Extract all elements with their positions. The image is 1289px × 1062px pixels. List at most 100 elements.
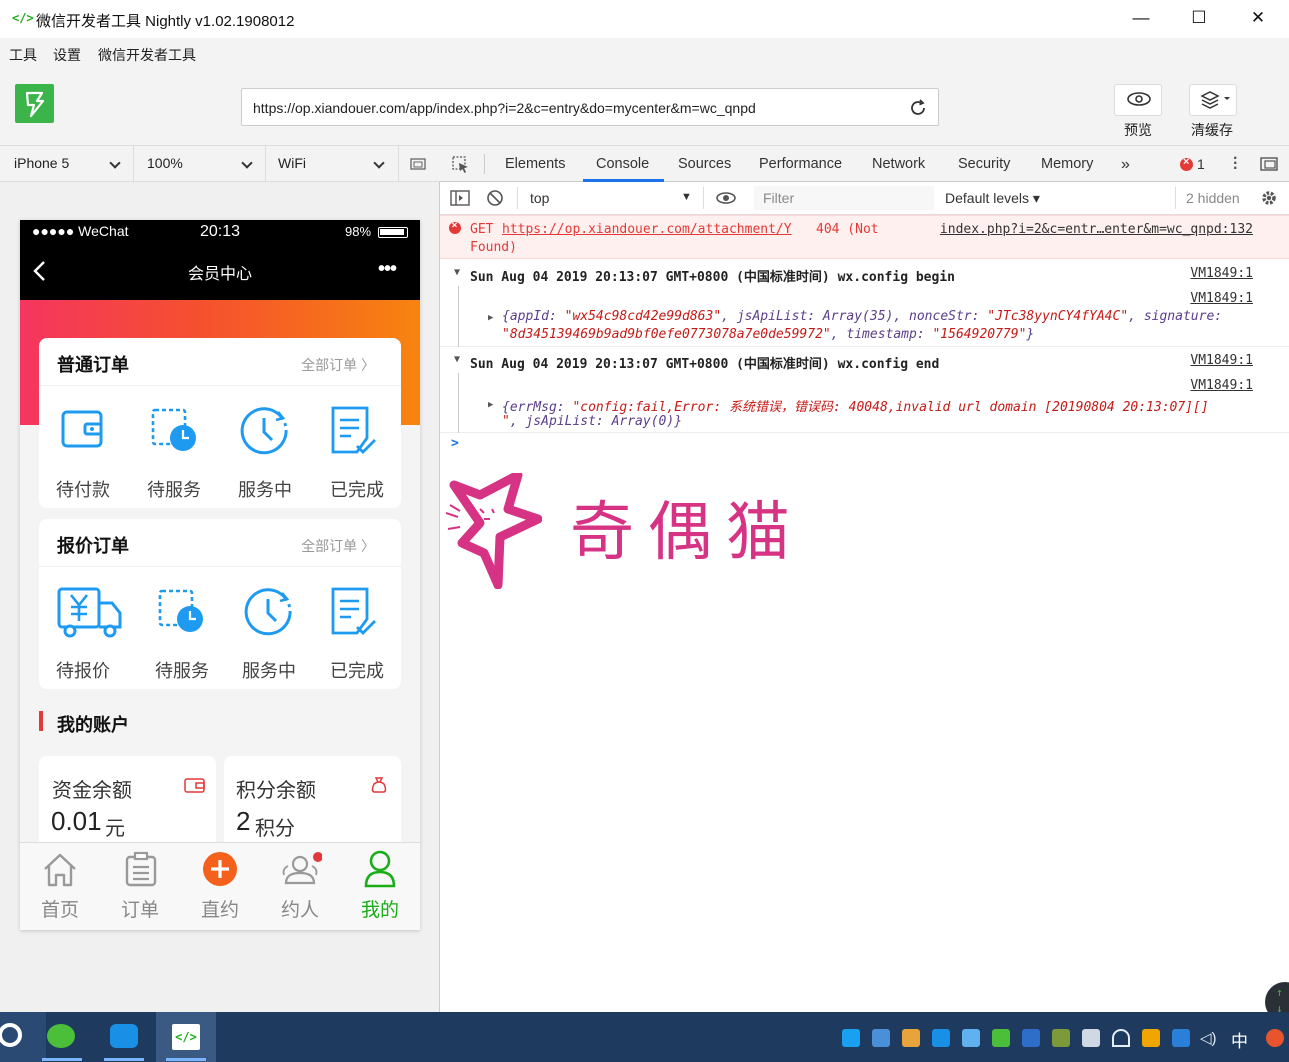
console-prompt[interactable]: > (451, 436, 459, 451)
sogou-tray-icon[interactable] (1266, 1029, 1284, 1047)
context-select[interactable]: top (530, 190, 549, 206)
tray-app-icon[interactable] (962, 1029, 980, 1047)
tab-direct[interactable]: 直约 (190, 843, 250, 930)
carrier-text: ●●●●● WeChat (32, 223, 129, 239)
taskbar-app-devtools[interactable]: </> (156, 1012, 216, 1062)
tab-console[interactable]: Console (596, 156, 649, 172)
volume-tray-icon[interactable]: ◁) (1200, 1029, 1218, 1047)
context-dropdown-icon[interactable]: ▼ (681, 191, 692, 203)
orders-item-label[interactable]: 待服务 (139, 476, 209, 502)
live-expression-eye-icon[interactable] (715, 191, 737, 205)
quotes-item-label[interactable]: 服务中 (234, 657, 304, 683)
pending-service-icon[interactable] (149, 406, 199, 456)
device-select[interactable]: iPhone 5 (14, 155, 69, 171)
completed-icon[interactable] (329, 404, 379, 458)
gear-icon[interactable] (1260, 189, 1278, 207)
group-header[interactable]: Sun Aug 04 2019 20:13:07 GMT+0800 (中国标准时… (470, 266, 955, 285)
quotes-item-label[interactable]: 已完成 (322, 657, 392, 683)
menu-wechat-devtools[interactable]: 微信开发者工具 (98, 45, 196, 65)
tab-mine[interactable]: 我的 (350, 843, 410, 930)
project-avatar-icon[interactable] (15, 84, 54, 123)
url-text[interactable]: https://op.xiandouer.com/app/index.php?i… (253, 100, 756, 116)
clear-console-icon[interactable] (487, 190, 505, 208)
wifi-tray-icon[interactable] (1112, 1029, 1130, 1047)
tray-app-icon[interactable] (1052, 1029, 1070, 1047)
quotes-all-link[interactable]: 全部订单 〉 (301, 536, 375, 556)
more-tabs-icon[interactable]: » (1121, 156, 1130, 174)
console-group: ▼ Sun Aug 04 2019 20:13:07 GMT+0800 (中国标… (440, 347, 1289, 433)
in-service-clock-icon[interactable] (242, 585, 296, 639)
group-header[interactable]: Sun Aug 04 2019 20:13:07 GMT+0800 (中国标准时… (470, 353, 939, 372)
battery-tray-icon[interactable] (1082, 1029, 1100, 1047)
taskbar-app-cloud[interactable] (94, 1012, 154, 1062)
tray-app-icon[interactable] (1172, 1029, 1190, 1047)
kebab-menu-icon[interactable]: · · · (1233, 151, 1239, 177)
tab-elements[interactable]: Elements (505, 156, 565, 172)
wallet-icon[interactable] (59, 406, 107, 454)
quotes-item-label[interactable]: 待服务 (147, 657, 217, 683)
chevron-down-icon[interactable] (373, 157, 385, 169)
expand-arrow-icon[interactable]: ▶ (488, 400, 493, 410)
sidebar-toggle-icon[interactable] (450, 190, 470, 206)
pending-service-icon[interactable] (156, 587, 206, 637)
tray-app-icon[interactable] (872, 1029, 890, 1047)
balance-card[interactable]: 资金余额 0.01 元 (39, 756, 216, 856)
orders-all-link[interactable]: 全部订单 〉 (301, 355, 375, 375)
error-count[interactable]: 1 (1197, 156, 1205, 172)
log-source-link[interactable]: VM1849:1 (1190, 291, 1253, 306)
hidden-count[interactable]: 2 hidden (1186, 190, 1240, 206)
chevron-down-icon[interactable] (241, 157, 253, 169)
error-icon[interactable]: × (1180, 156, 1193, 171)
expand-arrow-icon[interactable]: ▼ (454, 267, 460, 278)
expand-arrow-icon[interactable]: ▶ (488, 313, 493, 323)
detach-window-icon[interactable] (410, 158, 426, 170)
levels-select[interactable]: Default levels ▾ (945, 190, 1040, 207)
error-source-link[interactable]: index.php?i=2&c=entr…enter&m=wc_qnpd:132 (940, 222, 1253, 237)
tray-wechat-icon[interactable] (992, 1029, 1010, 1047)
tray-shield-icon[interactable] (1022, 1029, 1040, 1047)
tab-security[interactable]: Security (958, 156, 1010, 172)
quotes-item-label[interactable]: 待报价 (48, 657, 118, 683)
points-card[interactable]: 积分余额 2 积分 (224, 756, 401, 856)
tray-app-icon[interactable] (902, 1029, 920, 1047)
maximize-button[interactable]: ☐ (1187, 8, 1211, 30)
completed-icon[interactable] (329, 585, 379, 639)
ime-indicator[interactable]: 中 (1231, 1027, 1248, 1052)
log-source-link[interactable]: VM1849:1 (1190, 378, 1253, 393)
tab-performance[interactable]: Performance (759, 156, 842, 172)
expand-arrow-icon[interactable]: ▼ (454, 354, 460, 365)
chevron-down-icon[interactable] (109, 157, 121, 169)
error-url-link[interactable]: https://op.xiandouer.com/attachment/Y (502, 222, 792, 237)
dock-side-icon[interactable] (1260, 157, 1278, 171)
tab-home[interactable]: 首页 (30, 843, 90, 930)
orders-item-label[interactable]: 已完成 (322, 476, 392, 502)
inspect-cursor-icon[interactable] (452, 156, 470, 174)
zoom-select[interactable]: 100% (147, 155, 183, 171)
truck-quote-icon[interactable] (56, 585, 124, 639)
menu-settings[interactable]: 设置 (53, 45, 81, 65)
minimize-button[interactable]: — (1129, 8, 1153, 30)
tab-memory[interactable]: Memory (1041, 156, 1093, 172)
refresh-icon[interactable] (908, 98, 928, 118)
tab-orders[interactable]: 订单 (110, 843, 170, 930)
tab-invite[interactable]: 约人 (270, 843, 330, 930)
clear-cache-button[interactable] (1189, 84, 1237, 116)
in-service-clock-icon[interactable] (238, 404, 292, 458)
group-source-link[interactable]: VM1849:1 (1190, 353, 1253, 368)
tab-network[interactable]: Network (872, 156, 925, 172)
menu-tools[interactable]: 工具 (9, 45, 37, 65)
tray-app-icon[interactable] (1142, 1029, 1160, 1047)
network-select[interactable]: WiFi (278, 155, 306, 171)
more-dots-icon[interactable]: ••• (378, 258, 397, 281)
skype-tray-icon[interactable] (842, 1029, 860, 1047)
filter-input[interactable]: Filter (754, 186, 934, 210)
taskbar-app-wechat[interactable] (32, 1012, 92, 1062)
preview-button[interactable] (1114, 84, 1162, 116)
tray-cloud-icon[interactable] (932, 1029, 950, 1047)
orders-item-label[interactable]: 服务中 (230, 476, 300, 502)
orders-item-label[interactable]: 待付款 (48, 476, 118, 502)
group-source-link[interactable]: VM1849:1 (1190, 266, 1253, 281)
tab-sources[interactable]: Sources (678, 156, 731, 172)
close-button[interactable]: ✕ (1246, 8, 1270, 30)
url-bar[interactable]: https://op.xiandouer.com/app/index.php?i… (241, 88, 939, 126)
